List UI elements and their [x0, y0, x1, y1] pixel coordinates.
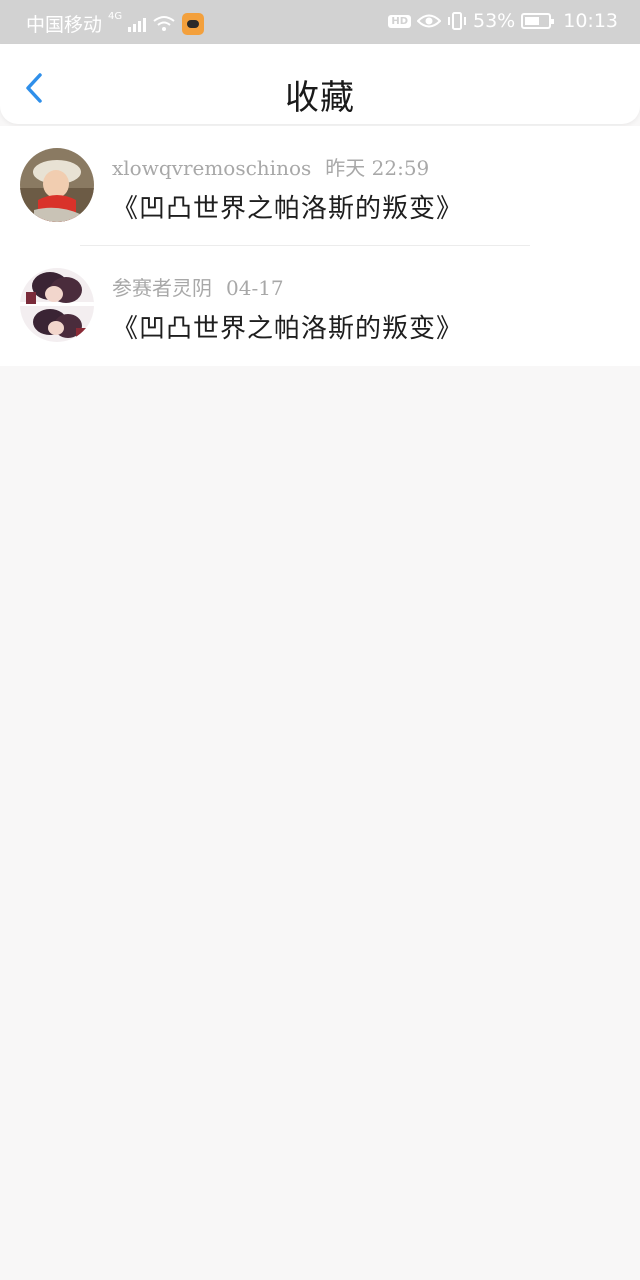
favorites-list: xlowqvremoschinos 昨天 22:59 《凹凸世界之帕洛斯的叛变》 … [0, 126, 640, 366]
clock: 10:13 [563, 10, 618, 32]
signal-icon [128, 16, 147, 32]
eye-icon [417, 14, 441, 28]
story-title[interactable]: 《凹凸世界之帕洛斯的叛变》 [112, 308, 463, 345]
app-notification-icon [182, 12, 205, 35]
wifi-icon [153, 15, 175, 31]
status-bar: 中国移动 4G HD 53% 10:13 [0, 0, 640, 44]
avatar[interactable] [20, 148, 94, 222]
favorite-item[interactable]: xlowqvremoschinos 昨天 22:59 《凹凸世界之帕洛斯的叛变》 [0, 126, 640, 246]
nav-bar: 收藏 [0, 44, 640, 124]
vibrate-icon [448, 12, 466, 30]
favorite-item[interactable]: 参赛者灵阴 04-17 《凹凸世界之帕洛斯的叛变》 [0, 246, 640, 366]
username[interactable]: xlowqvremoschinos [112, 156, 311, 180]
timestamp: 昨天 22:59 [325, 156, 430, 180]
hd-icon: HD [388, 14, 411, 28]
network-type: 4G [108, 11, 123, 22]
page-title: 收藏 [285, 78, 355, 118]
story-title[interactable]: 《凹凸世界之帕洛斯的叛变》 [112, 188, 463, 225]
battery-icon [521, 13, 555, 29]
carrier-label: 中国移动 [26, 14, 103, 36]
timestamp: 04-17 [226, 276, 284, 300]
item-meta: 参赛者灵阴 04-17 [112, 272, 284, 301]
avatar[interactable] [20, 268, 94, 342]
battery-percent: 53% [473, 10, 516, 32]
username[interactable]: 参赛者灵阴 [112, 276, 212, 300]
item-meta: xlowqvremoschinos 昨天 22:59 [112, 152, 429, 181]
